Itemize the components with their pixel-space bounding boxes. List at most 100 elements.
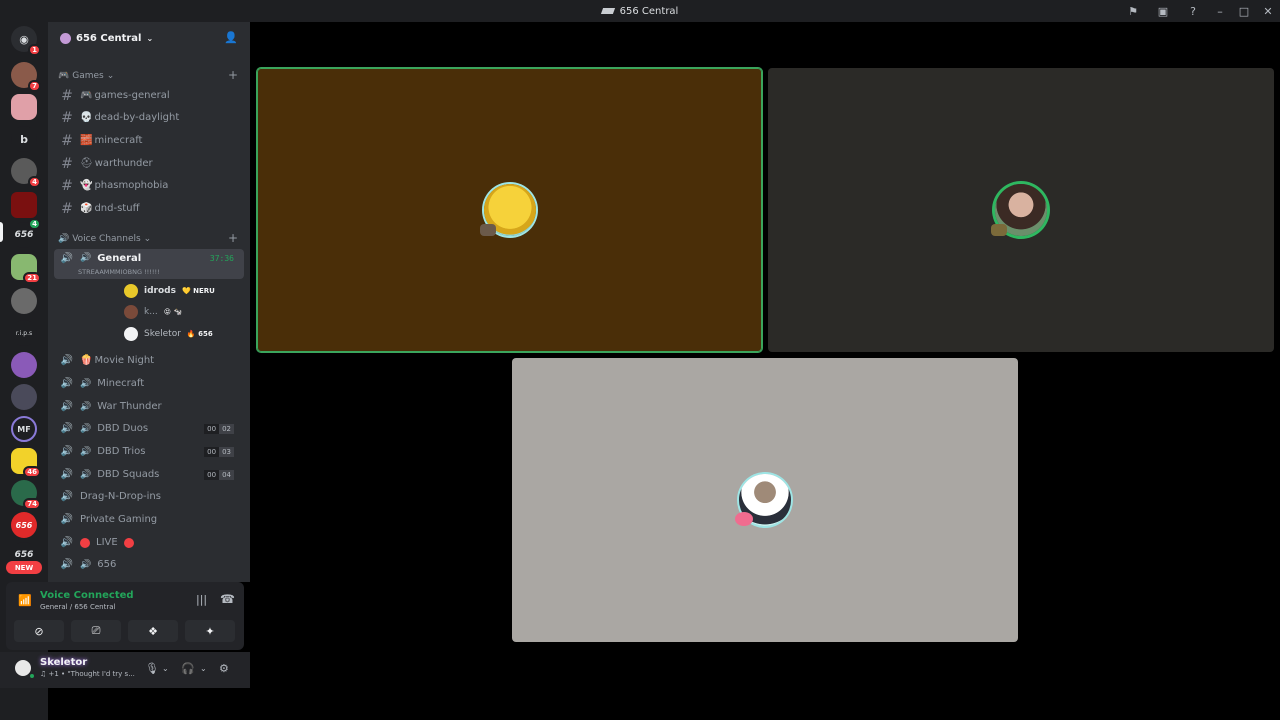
- server-icon[interactable]: [11, 352, 37, 378]
- category-voice-channels[interactable]: 🔊 Voice Channels ⌄: [58, 234, 151, 244]
- server-header[interactable]: 656 Central ⌄ 👤: [48, 22, 250, 54]
- server-icon-656-central[interactable]: 656 4: [11, 218, 41, 248]
- server-icon[interactable]: 21: [11, 254, 41, 284]
- category-games[interactable]: 🎮 Games ⌄: [58, 71, 114, 81]
- speaker-icon: 🔊: [80, 378, 92, 389]
- speaker-icon: 🔊: [80, 253, 92, 263]
- maximize-button[interactable]: □: [1232, 0, 1256, 22]
- server-icon[interactable]: 46: [11, 448, 41, 478]
- voice-channel[interactable]: 🔊 🔊 DBD Squads 00 04: [54, 464, 244, 485]
- server-avatar-icon: [60, 32, 71, 44]
- hash-icon: #: [61, 109, 73, 126]
- settings-gear-icon[interactable]: ⚙: [219, 662, 229, 675]
- voice-channel[interactable]: 🔊 🔊 DBD Duos 00 02: [54, 418, 244, 439]
- server-icon[interactable]: [11, 192, 37, 218]
- avatar-decoration: [479, 224, 496, 236]
- microphone-icon[interactable]: 🎙: [145, 662, 159, 675]
- voice-channel[interactable]: 🔊 🔊 War Thunder: [54, 396, 244, 417]
- speaker-icon: 🔊: [60, 423, 74, 434]
- headphones-icon[interactable]: 🎧: [181, 662, 195, 675]
- voice-status: STREAAMMMIOBNG !!!!!!: [78, 268, 160, 276]
- avatar: [124, 327, 138, 341]
- server-icon[interactable]: [11, 288, 37, 314]
- live-dot-icon: [80, 537, 90, 548]
- server-icon[interactable]: 7: [11, 62, 41, 92]
- add-channel-button[interactable]: +: [228, 231, 238, 245]
- avatar-decoration: [991, 224, 1007, 236]
- voice-user[interactable]: Skeletor 🔥 656: [124, 324, 250, 344]
- speaker-icon: 🔊: [60, 401, 74, 412]
- unread-badge: 21: [23, 272, 41, 284]
- discord-logo-icon: [600, 8, 615, 14]
- voice-channel[interactable]: 🔊 🍿 Movie Night: [54, 350, 244, 371]
- share-screen-button[interactable]: ⎚: [71, 620, 121, 642]
- server-icon[interactable]: MF: [11, 416, 37, 442]
- noise-suppression-icon[interactable]: |||: [196, 593, 207, 606]
- video-tile[interactable]: [512, 358, 1018, 642]
- speaker-icon: 🔊: [80, 469, 92, 480]
- minimize-button[interactable]: –: [1208, 0, 1232, 22]
- voice-timer: 37:36: [209, 254, 234, 263]
- new-badge: NEW: [6, 561, 42, 574]
- speaker-icon: 🔊: [58, 234, 70, 244]
- text-channel[interactable]: # 🎲 dnd-stuff: [54, 198, 244, 219]
- camera-off-button[interactable]: ⊘: [14, 620, 64, 642]
- gamepad-icon: 🎮: [58, 71, 70, 81]
- speaker-icon: 🔊: [60, 491, 74, 502]
- chevron-down-icon[interactable]: ⌄: [200, 664, 207, 673]
- avatar: [991, 184, 1047, 236]
- server-icon[interactable]: 4: [11, 158, 41, 188]
- text-channel[interactable]: # ⛑ warthunder: [54, 153, 244, 174]
- close-button[interactable]: ✕: [1256, 0, 1280, 22]
- voice-channel[interactable]: 🔊 🔊 DBD Trios 00 03: [54, 441, 244, 462]
- voice-user[interactable]: k... 😝 🐄: [124, 302, 250, 322]
- online-status-icon: [28, 672, 36, 680]
- add-channel-button[interactable]: +: [228, 68, 238, 82]
- voice-channel[interactable]: 🔊 Private Gaming: [54, 509, 244, 530]
- text-channel[interactable]: # 👻 phasmophobia: [54, 175, 244, 196]
- add-member-icon[interactable]: 👤: [224, 31, 238, 44]
- live-dot-icon: [123, 537, 134, 548]
- activities-button[interactable]: ❖: [128, 620, 178, 642]
- speaker-lock-icon: 🔊: [60, 537, 74, 548]
- voice-user[interactable]: idrods 💛 NERU: [124, 281, 250, 301]
- voice-channel[interactable]: 🔊 Drag-N-Drop-ins: [54, 486, 244, 507]
- signal-icon[interactable]: 📶: [18, 594, 32, 607]
- server-icon[interactable]: b: [11, 126, 37, 152]
- text-channel[interactable]: # 🎮 games-general: [54, 85, 244, 106]
- text-channel[interactable]: # 💀 dead-by-daylight: [54, 107, 244, 128]
- server-icon[interactable]: 74: [11, 480, 41, 510]
- speaker-icon: 🔊: [80, 423, 92, 434]
- chevron-down-icon[interactable]: ⌄: [162, 664, 169, 673]
- chevron-down-icon: ⌄: [146, 33, 154, 43]
- avatar: [124, 305, 138, 319]
- video-tile[interactable]: [256, 67, 763, 353]
- unread-badge: 4: [28, 176, 41, 188]
- voice-channel[interactable]: 🔊 🔊 Minecraft: [54, 373, 244, 394]
- server-icon[interactable]: [11, 94, 37, 120]
- hash-icon: #: [61, 132, 73, 149]
- server-icon[interactable]: [11, 384, 37, 410]
- avatar: [735, 474, 791, 526]
- avatar-decoration: [735, 512, 753, 526]
- screen-share-icon: ⎚: [91, 624, 101, 637]
- soundboard-button[interactable]: ✦: [185, 620, 235, 642]
- video-tile[interactable]: [768, 68, 1274, 352]
- hash-icon: #: [61, 87, 73, 104]
- help-icon[interactable]: ?: [1178, 0, 1208, 22]
- speaker-icon: 🔊: [60, 355, 74, 366]
- inbox-icon[interactable]: ▣: [1148, 0, 1178, 22]
- hash-icon: #: [61, 177, 73, 194]
- server-icon[interactable]: 656: [11, 512, 37, 538]
- discord-home-button[interactable]: ◉ 1: [11, 26, 41, 56]
- username[interactable]: Skeletor: [40, 657, 87, 668]
- voice-connected-subtitle[interactable]: General / 656 Central: [40, 603, 115, 611]
- voice-channel[interactable]: 🔊 🔊 656: [54, 554, 244, 575]
- voice-channel[interactable]: 🔊 LIVE: [54, 532, 244, 553]
- discord-window: 656 Central ⚑ ▣ ? – □ ✕ ◉ 1 7 b 4 656 4 …: [0, 0, 1280, 720]
- disconnect-icon[interactable]: ☎: [220, 592, 235, 606]
- server-icon[interactable]: r.i.p.s: [11, 320, 37, 346]
- flag-icon[interactable]: ⚑: [1118, 0, 1148, 22]
- text-channel[interactable]: # 🧱 minecraft: [54, 130, 244, 151]
- voice-channel-general[interactable]: 🔊 🔊 General 37:36 STREAAMMMIOBNG !!!!!!: [54, 249, 244, 279]
